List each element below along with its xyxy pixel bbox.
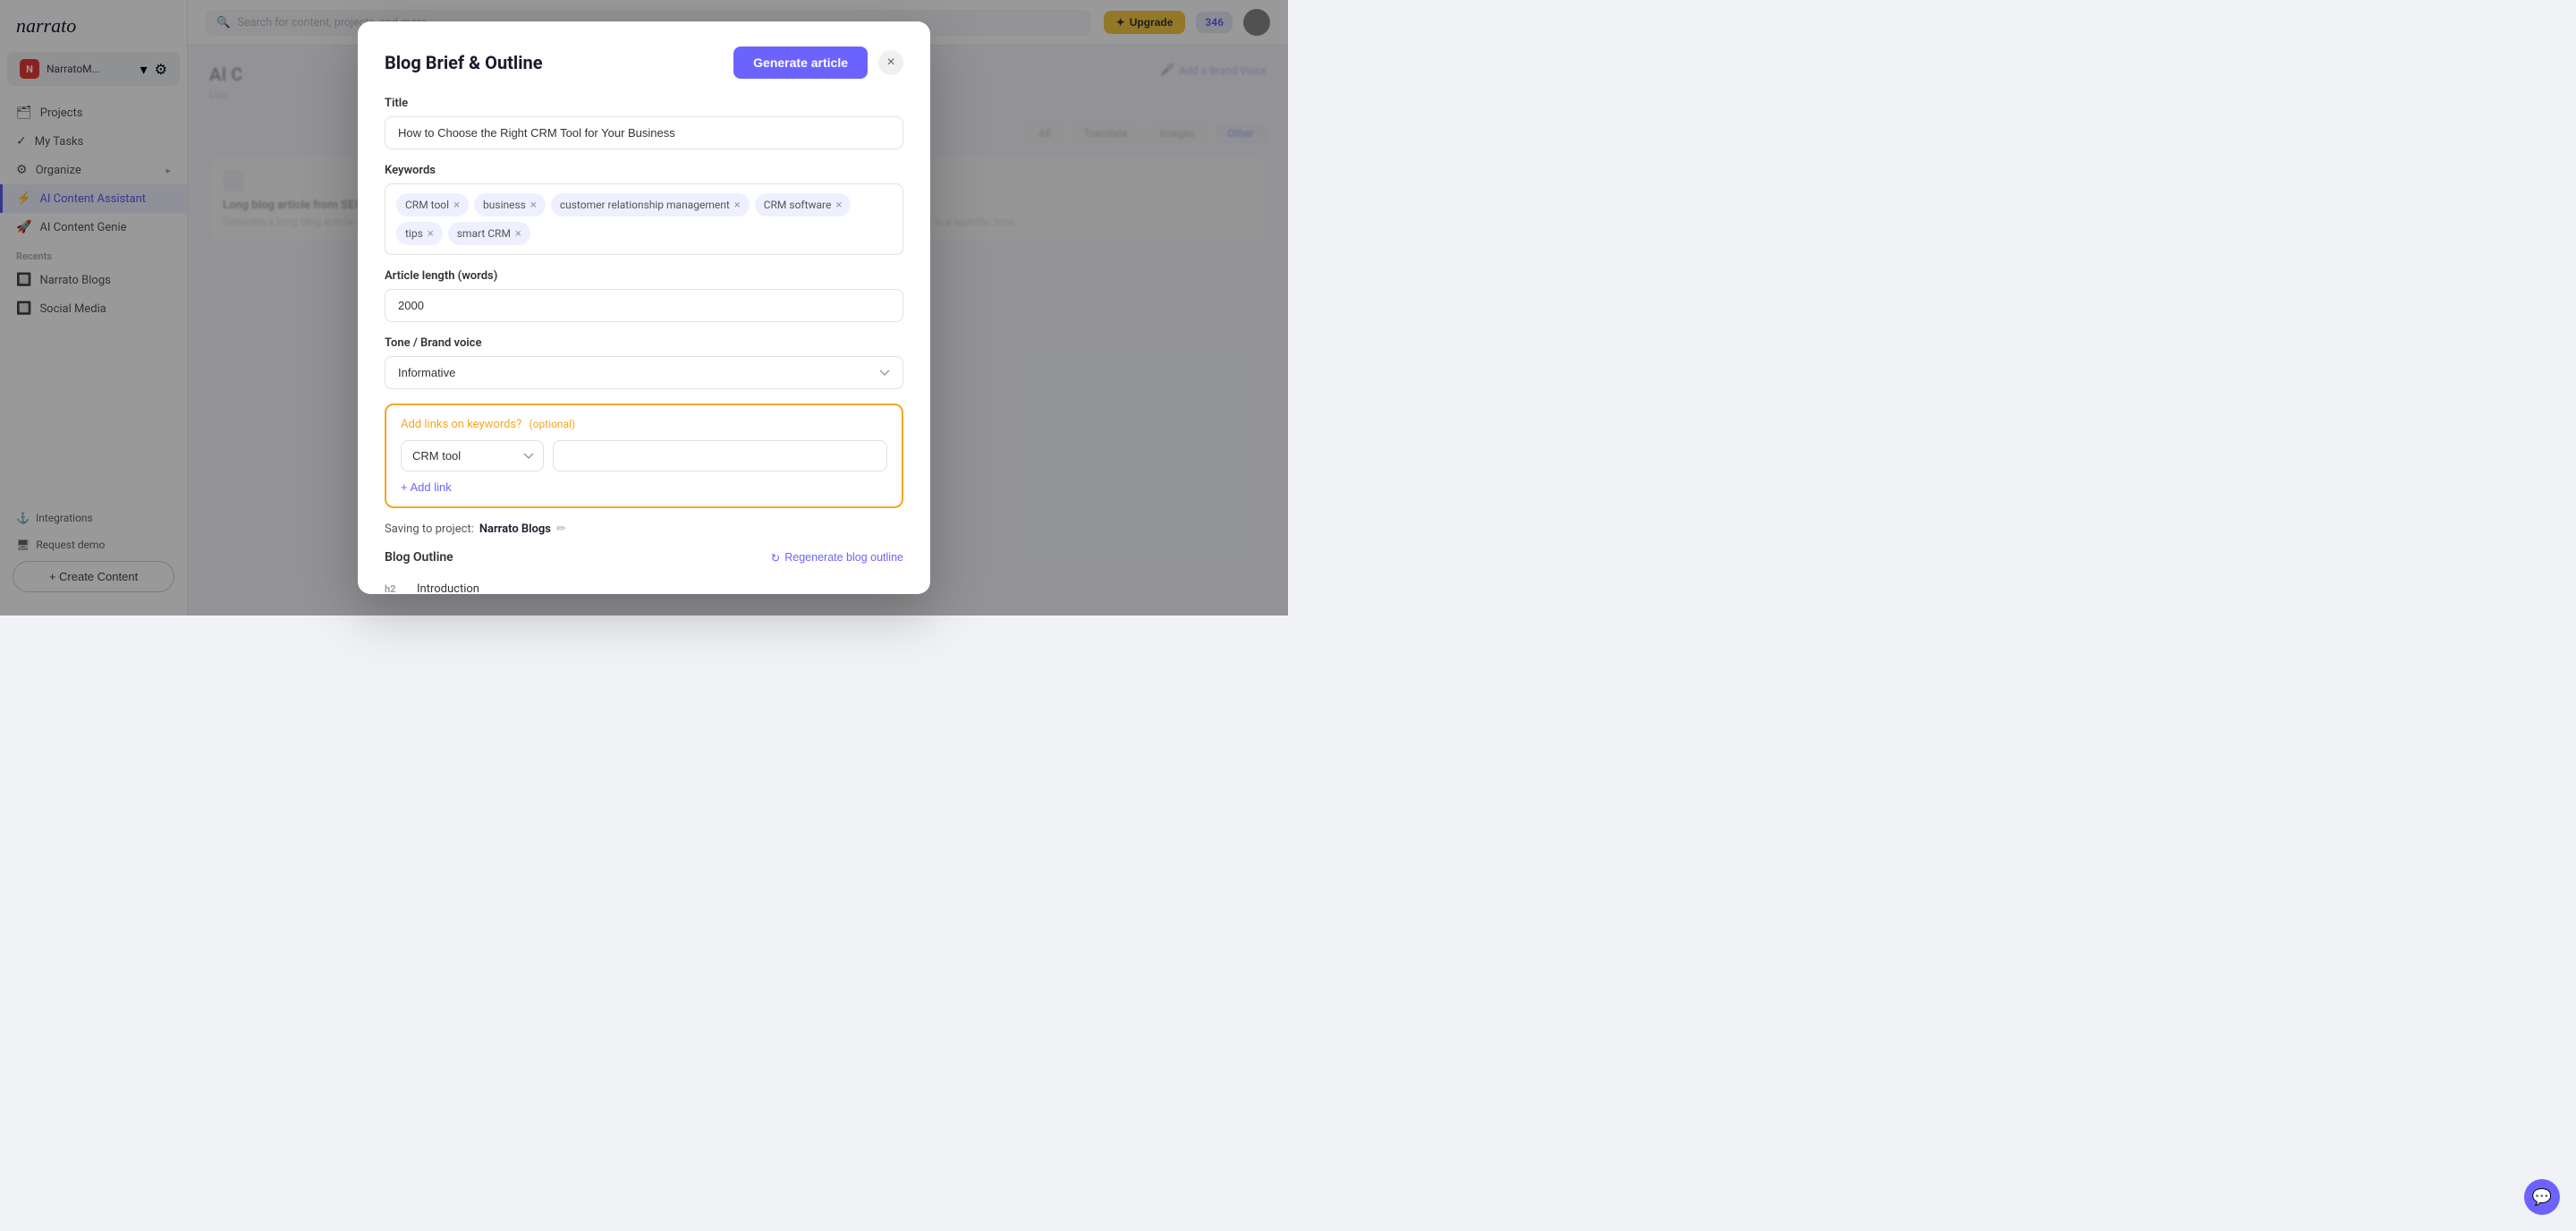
link-url-input[interactable] [553, 440, 887, 471]
keyword-tag-business: business × [474, 193, 546, 216]
tone-field-label: Tone / Brand voice [385, 336, 903, 350]
modal-overlay: Blog Brief & Outline Generate article × … [0, 0, 1288, 616]
title-input[interactable] [385, 116, 903, 149]
article-length-label: Article length (words) [385, 269, 903, 283]
saving-row: Saving to project: Narrato Blogs ✏ [385, 522, 903, 536]
keyword-tag-crm-full: customer relationship management × [551, 193, 750, 216]
keyword-tag-tips: tips × [396, 222, 443, 245]
chat-button[interactable]: 💬 [2524, 1179, 2560, 1215]
keyword-link-select[interactable]: CRM tool [401, 440, 544, 471]
remove-keyword-crm-tool[interactable]: × [453, 200, 460, 211]
remove-keyword-smart-crm[interactable]: × [515, 228, 521, 240]
remove-keyword-crm-full[interactable]: × [734, 200, 741, 211]
remove-keyword-crm-software[interactable]: × [835, 200, 842, 211]
generate-article-button[interactable]: Generate article [733, 47, 868, 79]
outline-item-introduction: h2 Introduction [385, 575, 903, 594]
article-length-input[interactable] [385, 289, 903, 322]
keyword-tag-crm-tool: CRM tool × [396, 193, 469, 216]
remove-keyword-tips[interactable]: × [428, 228, 434, 240]
outline-header: Blog Outline ↻ Regenerate blog outline [385, 550, 903, 565]
title-field-label: Title [385, 97, 903, 110]
outline-title: Blog Outline [385, 550, 453, 565]
modal-dialog: Blog Brief & Outline Generate article × … [358, 21, 930, 594]
close-modal-button[interactable]: × [878, 50, 903, 75]
links-row: CRM tool [401, 440, 887, 471]
remove-keyword-business[interactable]: × [530, 200, 537, 211]
regenerate-outline-button[interactable]: ↻ Regenerate blog outline [771, 551, 903, 565]
add-link-button[interactable]: + Add link [401, 480, 452, 494]
refresh-icon: ↻ [771, 551, 780, 565]
tone-select[interactable]: Informative [385, 356, 903, 389]
links-section: Add links on keywords? (optional) CRM to… [385, 403, 903, 508]
modal-header: Blog Brief & Outline Generate article × [385, 47, 903, 79]
keywords-container: CRM tool × business × customer relations… [385, 183, 903, 255]
keyword-tag-smart-crm: smart CRM × [448, 222, 530, 245]
chat-icon: 💬 [2532, 1188, 2552, 1207]
keyword-tag-crm-software: CRM software × [755, 193, 852, 216]
modal-title: Blog Brief & Outline [385, 52, 543, 73]
keywords-field-label: Keywords [385, 164, 903, 177]
edit-project-icon[interactable]: ✏ [556, 522, 566, 536]
links-field-label: Add links on keywords? (optional) [401, 418, 887, 431]
